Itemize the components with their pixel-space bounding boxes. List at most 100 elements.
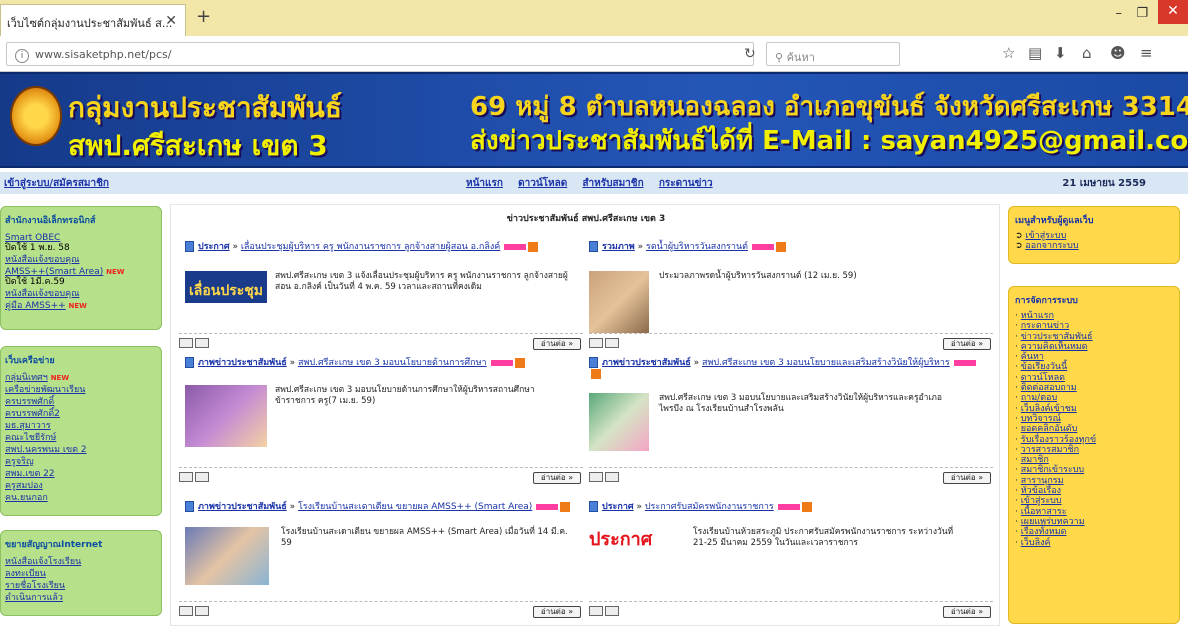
manage-menu-link[interactable]: วารสารสมาชิก [1021, 445, 1079, 455]
manage-menu-link[interactable]: เว็บลิงค์เข้าชม [1021, 404, 1077, 414]
notice-link[interactable]: หนังสือแจ้งขอบคุณ [5, 255, 80, 265]
network-link[interactable]: คณะไชยีรักษ์ [5, 433, 56, 443]
manage-menu-link[interactable]: สมาชิก [1021, 455, 1049, 465]
news-thumbnail[interactable] [589, 271, 649, 333]
news-category-link[interactable]: ภาพข่าวประชาสัมพันธ์ [198, 358, 287, 368]
manage-menu-link[interactable]: ข่าวประชาสัมพันธ์ [1021, 332, 1093, 342]
network-link[interactable]: สพม.เขต 22 [5, 469, 55, 479]
manage-menu-link[interactable]: กระดานข่าว [1021, 321, 1069, 331]
pocket-icon[interactable]: ☻ [1110, 44, 1126, 62]
read-more-button[interactable]: อ่านต่อ » [533, 338, 581, 350]
rss-icon[interactable] [775, 241, 786, 252]
news-headline-link[interactable]: รดน้ำผู้บริหารวันสงกรานต์ [646, 242, 748, 252]
manage-menu-link[interactable]: เว็บลิงค์ [1021, 538, 1051, 548]
minimize-button[interactable]: – [1116, 6, 1123, 21]
nav-members-link[interactable]: สำหรับสมาชิก [582, 178, 643, 189]
notice-link-2[interactable]: หนังสือแจ้งขอบคุณ [5, 289, 80, 299]
rss-icon[interactable] [801, 501, 812, 512]
manage-menu-link[interactable]: ถาม/ตอบ [1021, 393, 1057, 403]
print-icon[interactable] [179, 606, 193, 616]
admin-logout-link[interactable]: ออกจากระบบ [1025, 241, 1078, 251]
news-category-link[interactable]: ประกาศ [198, 242, 230, 252]
amss-link[interactable]: AMSS++(Smart Area) [5, 267, 103, 277]
email-icon[interactable] [195, 472, 209, 482]
search-input[interactable]: ⚲ ค้นหา [766, 42, 900, 66]
manage-menu-link[interactable]: หัวข้อเรื่อง [1021, 486, 1061, 496]
print-icon[interactable] [589, 338, 603, 348]
internet-link[interactable]: รายชื่อโรงเรียน [5, 581, 65, 591]
manage-menu-link[interactable]: รับเรื่องราวร้องทุกข์ [1021, 435, 1096, 445]
login-register-link[interactable]: เข้าสู่ระบบ/สมัครสมาชิก [4, 176, 109, 191]
news-category-link[interactable]: รวมภาพ [602, 242, 635, 252]
network-link[interactable]: สพป.นครพนม เขต 2 [5, 445, 87, 455]
news-thumbnail[interactable] [185, 527, 269, 585]
news-thumbnail[interactable] [185, 385, 267, 447]
print-icon[interactable] [589, 606, 603, 616]
close-window-button[interactable]: ✕ [1158, 0, 1188, 24]
email-icon[interactable] [195, 338, 209, 348]
manage-menu-link[interactable]: บทวิจารณ์ [1021, 414, 1061, 424]
email-icon[interactable] [605, 472, 619, 482]
manage-menu-link[interactable]: สมาชิกเข้าระบบ [1021, 465, 1084, 475]
internet-link[interactable]: ลงทะเบียน [5, 569, 46, 579]
print-icon[interactable] [179, 338, 193, 348]
news-category-link[interactable]: ประกาศ [602, 502, 634, 512]
admin-login-link[interactable]: เข้าสู่ระบบ [1025, 231, 1066, 241]
read-more-button[interactable]: อ่านต่อ » [943, 606, 991, 618]
read-more-button[interactable]: อ่านต่อ » [943, 472, 991, 484]
download-icon[interactable]: ⬇ [1054, 44, 1067, 62]
internet-link[interactable]: ดำเนินการแล้ว [5, 593, 63, 603]
network-link[interactable]: ครบรรพศักดิ์ [5, 397, 54, 407]
manage-menu-link[interactable]: เข้าสู่ระบบ [1021, 496, 1062, 506]
home-icon[interactable]: ⌂ [1082, 44, 1092, 62]
address-bar[interactable]: i www.sisaketphp.net/pcs/ [6, 42, 754, 66]
browser-tab[interactable]: เว็บไซต์กลุ่มงานประชาสัมพันธ์ ส... ✕ [0, 4, 186, 36]
rss-icon[interactable] [560, 501, 571, 512]
news-category-link[interactable]: ภาพข่าวประชาสัมพันธ์ [198, 502, 287, 512]
email-icon[interactable] [195, 606, 209, 616]
network-link[interactable]: กลุ่มนิเทศฯ [5, 373, 48, 383]
news-thumbnail[interactable]: ประกาศ [589, 527, 689, 553]
bookmark-star-icon[interactable]: ☆ [1002, 44, 1015, 62]
bookmarks-list-icon[interactable]: ▤ [1028, 44, 1042, 62]
news-headline-link[interactable]: โรงเรียนบ้านสะเดาเตียน ขยายผล AMSS++ (Sm… [298, 502, 532, 512]
email-icon[interactable] [605, 606, 619, 616]
news-category-link[interactable]: ภาพข่าวประชาสัมพันธ์ [602, 358, 691, 368]
manage-menu-link[interactable]: หน้าแรก [1021, 311, 1054, 321]
network-link[interactable]: คน.ยนกอก [5, 493, 48, 503]
internet-link[interactable]: หนังสือแจ้งโรงเรียน [5, 557, 81, 567]
manage-menu-link[interactable]: สารานุกรม [1021, 476, 1064, 486]
manage-menu-link[interactable]: ยอดคลิกอันดับ [1021, 424, 1078, 434]
read-more-button[interactable]: อ่านต่อ » [533, 606, 581, 618]
news-headline-link[interactable]: สพป.ศรีสะเกษ เขต 3 มอบนโยบายและเสริมสร้า… [702, 358, 950, 368]
manage-menu-link[interactable]: ข้อเรียงวันนี้ [1021, 362, 1068, 372]
network-link[interactable]: ครบรรพศักดิ์2 [5, 409, 60, 419]
amss-manual-link[interactable]: คู่มือ AMSS++ [5, 301, 66, 311]
email-icon[interactable] [605, 338, 619, 348]
manage-menu-link[interactable]: เผยแพร่บทความ [1021, 517, 1085, 527]
rss-icon[interactable] [591, 369, 601, 379]
news-headline-link[interactable]: สพป.ศรีสะเกษ เขต 3 มอบนโยบายด้านการศึกษา [298, 358, 487, 368]
print-icon[interactable] [179, 472, 193, 482]
maximize-button[interactable]: ❐ [1136, 6, 1148, 21]
rss-icon[interactable] [528, 241, 539, 252]
print-icon[interactable] [589, 472, 603, 482]
nav-home-link[interactable]: หน้าแรก [466, 178, 503, 189]
network-link[interactable]: ครูสมปอง [5, 481, 43, 491]
smart-obec-link[interactable]: Smart OBEC [5, 233, 60, 243]
manage-menu-link[interactable]: เนื้อหาสาระ [1021, 507, 1067, 517]
read-more-button[interactable]: อ่านต่อ » [943, 338, 991, 350]
news-thumbnail[interactable]: เลื่อนประชุม [185, 271, 267, 303]
manage-menu-link[interactable]: เรื่องทั้งหมด [1021, 527, 1067, 537]
news-headline-link[interactable]: เลื่อนประชุมผู้บริหาร ครู พนักงานราชการ … [241, 242, 500, 252]
new-tab-button[interactable]: + [196, 6, 211, 27]
rss-icon[interactable] [514, 357, 525, 368]
network-link[interactable]: มธ.สุมาวาร [5, 421, 51, 431]
reload-icon[interactable]: ↻ [744, 46, 756, 62]
news-thumbnail[interactable] [589, 393, 649, 451]
network-link[interactable]: ครูจริญ [5, 457, 34, 467]
info-icon[interactable]: i [15, 49, 29, 63]
manage-menu-link[interactable]: ติดต่อสอบถาม [1021, 383, 1077, 393]
manage-menu-link[interactable]: ค้นหา [1021, 352, 1044, 362]
nav-download-link[interactable]: ดาวน์โหลด [518, 178, 567, 189]
